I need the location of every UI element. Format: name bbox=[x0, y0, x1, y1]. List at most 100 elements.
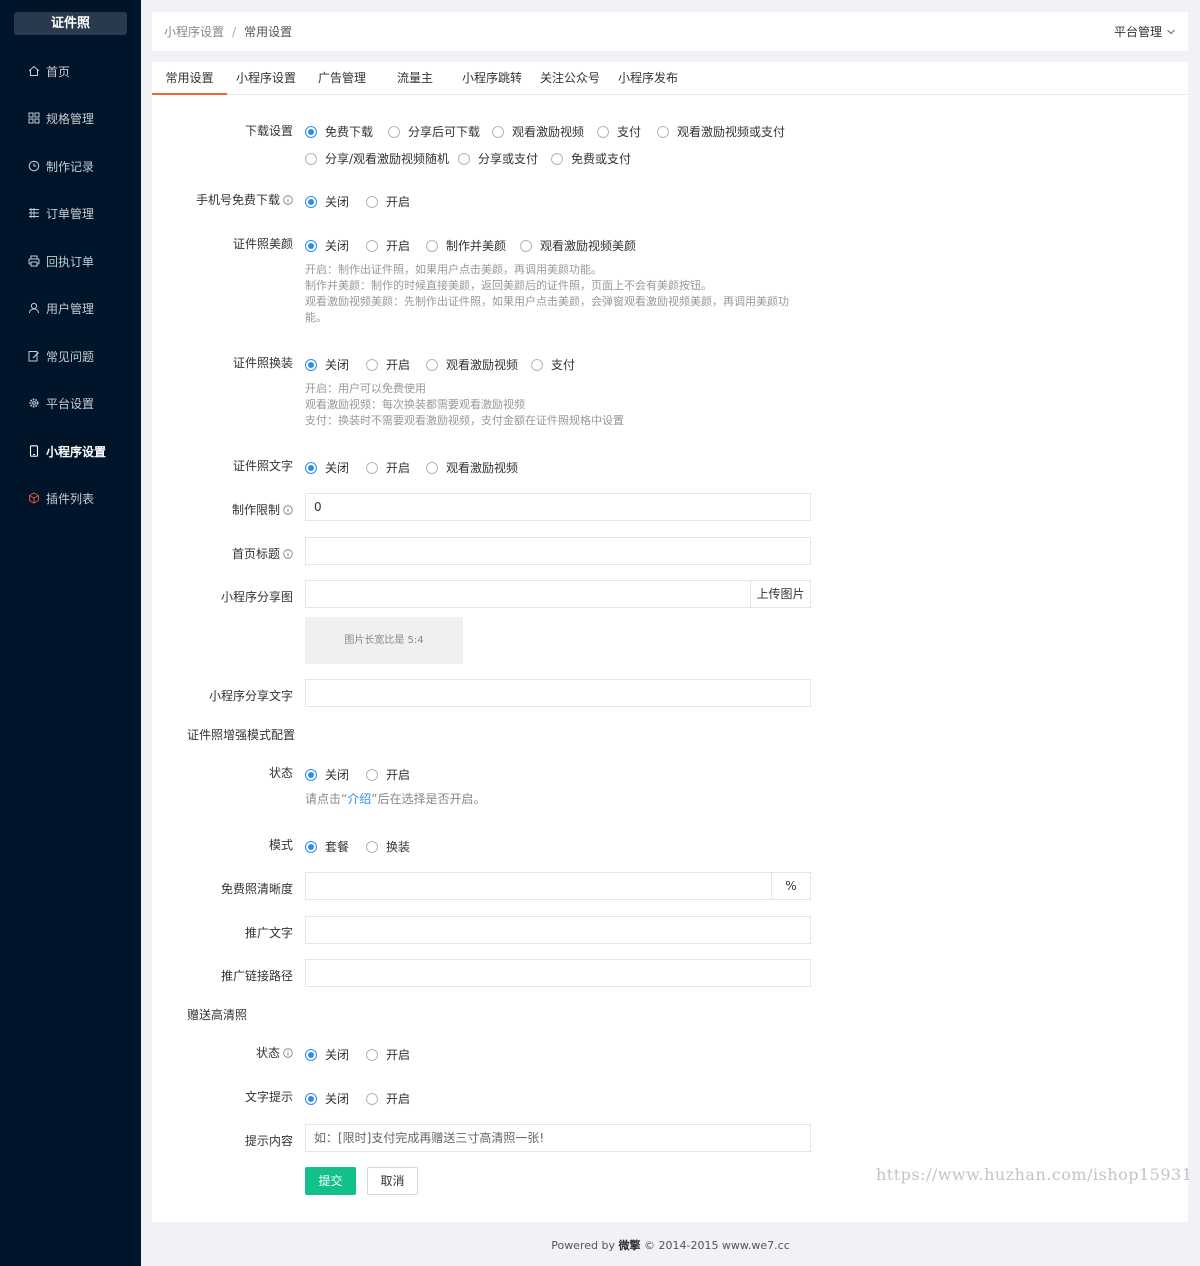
tab-miniapp-settings[interactable]: 小程序设置 bbox=[232, 62, 300, 95]
tab-miniapp-jump[interactable]: 小程序跳转 bbox=[458, 62, 526, 95]
sidebar-item-home[interactable]: 首页 bbox=[0, 56, 141, 86]
radio-outfit-on[interactable]: 开启 bbox=[366, 356, 410, 373]
radio-mode-outfit[interactable]: 换装 bbox=[366, 838, 410, 855]
sidebar-item-users[interactable]: 用户管理 bbox=[0, 293, 141, 323]
sidebar-item-receipts[interactable]: 回执订单 bbox=[0, 246, 141, 276]
radio-outfit-video[interactable]: 观看激励视频 bbox=[426, 356, 518, 373]
sidebar-item-label: 插件列表 bbox=[46, 491, 95, 506]
radio-text-on[interactable]: 开启 bbox=[366, 459, 410, 476]
radio-outfit-off[interactable]: 关闭 bbox=[305, 356, 349, 373]
radio-enhanced-on[interactable]: 开启 bbox=[366, 766, 410, 783]
radio-text-video[interactable]: 观看激励视频 bbox=[426, 459, 518, 476]
radio-gift-on[interactable]: 开启 bbox=[366, 1046, 410, 1063]
radio-circle bbox=[305, 152, 317, 165]
promo-text-label: 推广文字 bbox=[244, 926, 293, 940]
radio-label: 开启 bbox=[386, 358, 411, 372]
sidebar-item-label: 平台设置 bbox=[46, 396, 95, 411]
radio-share-download[interactable]: 分享后可下载 bbox=[388, 123, 480, 140]
promo-link-input[interactable] bbox=[305, 959, 811, 987]
sidebar-item-plugins[interactable]: 插件列表 bbox=[0, 483, 141, 513]
sidebar: 证件照 首页 规格管理 制作记录 订单管理 回执订单 用户管理 常见问题 平台设… bbox=[0, 0, 141, 1266]
radio-label: 关闭 bbox=[325, 1092, 350, 1106]
radio-circle bbox=[305, 1048, 317, 1061]
radio-phone-free-off[interactable]: 关闭 bbox=[305, 193, 349, 210]
tab-follow-account[interactable]: 关注公众号 bbox=[536, 62, 604, 95]
radio-circle bbox=[305, 840, 317, 853]
radio-beauty-make[interactable]: 制作并美颜 bbox=[426, 237, 506, 254]
radio-circle bbox=[305, 768, 317, 781]
user-icon bbox=[27, 302, 40, 315]
radio-share-video-random[interactable]: 分享/观看激励视频随机 bbox=[305, 150, 449, 167]
radio-label: 分享或支付 bbox=[478, 152, 539, 166]
tab-ads[interactable]: 广告管理 bbox=[312, 62, 372, 95]
radio-free-download[interactable]: 免费下载 bbox=[305, 123, 373, 140]
radio-beauty-video[interactable]: 观看激励视频美颜 bbox=[520, 237, 636, 254]
enhanced-mode-label: 模式 bbox=[268, 838, 293, 852]
sidebar-item-specs[interactable]: 规格管理 bbox=[0, 103, 141, 133]
gift-content-input[interactable] bbox=[305, 1124, 811, 1152]
radio-video-download[interactable]: 观看激励视频 bbox=[492, 123, 584, 140]
tab-common-settings[interactable]: 常用设置 bbox=[152, 62, 227, 95]
radio-beauty-on[interactable]: 开启 bbox=[366, 237, 410, 254]
promo-text-input[interactable] bbox=[305, 916, 811, 944]
radio-phone-free-on[interactable]: 开启 bbox=[366, 193, 410, 210]
edit-icon bbox=[27, 350, 40, 363]
radio-circle bbox=[305, 358, 317, 371]
sidebar-item-orders[interactable]: 订单管理 bbox=[0, 198, 141, 228]
breadcrumb-item[interactable]: 小程序设置 bbox=[164, 25, 224, 39]
share-text-input[interactable] bbox=[305, 679, 811, 707]
label-text: 制作限制 bbox=[231, 503, 280, 517]
upload-image-button[interactable]: 上传图片 bbox=[750, 581, 810, 607]
label-text: 手机号免费下载 bbox=[195, 193, 280, 207]
radio-label: 开启 bbox=[386, 461, 411, 475]
free-clarity-input[interactable]: % bbox=[305, 872, 811, 900]
radio-circle bbox=[366, 461, 378, 474]
radio-circle bbox=[426, 461, 438, 474]
sidebar-item-label: 用户管理 bbox=[46, 301, 95, 316]
radio-video-or-pay-download[interactable]: 观看激励视频或支付 bbox=[657, 123, 785, 140]
radio-pay-download[interactable]: 支付 bbox=[597, 123, 641, 140]
share-image-input[interactable]: 上传图片 bbox=[305, 580, 811, 608]
radio-mode-package[interactable]: 套餐 bbox=[305, 838, 349, 855]
sidebar-item-platform-settings[interactable]: 平台设置 bbox=[0, 388, 141, 418]
tab-traffic-master[interactable]: 流量主 bbox=[390, 62, 440, 95]
clock-icon bbox=[27, 160, 40, 173]
sidebar-item-label: 首页 bbox=[46, 64, 71, 79]
radio-share-or-pay[interactable]: 分享或支付 bbox=[458, 150, 538, 167]
home-title-label: 首页标题 bbox=[232, 545, 293, 562]
radio-circle bbox=[366, 768, 378, 781]
label-text: 首页标题 bbox=[231, 547, 280, 561]
radio-circle bbox=[305, 1092, 317, 1105]
home-title-input[interactable] bbox=[305, 537, 811, 565]
radio-enhanced-off[interactable]: 关闭 bbox=[305, 766, 349, 783]
radio-tip-on[interactable]: 开启 bbox=[366, 1090, 410, 1107]
radio-circle bbox=[305, 125, 317, 138]
tab-miniapp-publish[interactable]: 小程序发布 bbox=[614, 62, 682, 95]
info-icon[interactable] bbox=[283, 194, 293, 205]
radio-outfit-pay[interactable]: 支付 bbox=[531, 356, 575, 373]
limit-input[interactable] bbox=[305, 493, 811, 521]
outfit-label: 证件照换装 bbox=[232, 356, 293, 370]
breadcrumb: 小程序设置 / 常用设置 bbox=[164, 23, 292, 40]
radio-beauty-off[interactable]: 关闭 bbox=[305, 237, 349, 254]
radio-tip-off[interactable]: 关闭 bbox=[305, 1090, 349, 1107]
radio-free-or-pay[interactable]: 免费或支付 bbox=[551, 150, 631, 167]
radio-gift-off[interactable]: 关闭 bbox=[305, 1046, 349, 1063]
info-icon[interactable] bbox=[283, 504, 293, 515]
radio-text-off[interactable]: 关闭 bbox=[305, 459, 349, 476]
submit-button[interactable]: 提交 bbox=[305, 1167, 356, 1195]
sidebar-item-miniapp-settings[interactable]: 小程序设置 bbox=[0, 436, 141, 466]
radio-circle bbox=[458, 152, 470, 165]
info-icon[interactable] bbox=[283, 548, 293, 559]
sidebar-item-faq[interactable]: 常见问题 bbox=[0, 341, 141, 371]
cube-icon bbox=[27, 492, 40, 505]
platform-menu[interactable]: 平台管理 bbox=[1114, 23, 1176, 40]
sidebar-item-label: 规格管理 bbox=[46, 111, 95, 126]
help-line: 制作并美颜：制作的时候直接美颜，返回美颜后的证件照，页面上不会有美颜按钮。 bbox=[305, 279, 712, 292]
radio-label: 换装 bbox=[386, 840, 411, 854]
intro-link[interactable]: 介绍 bbox=[347, 792, 371, 806]
cancel-button[interactable]: 取消 bbox=[367, 1167, 418, 1195]
radio-circle bbox=[426, 358, 438, 371]
sidebar-item-records[interactable]: 制作记录 bbox=[0, 151, 141, 181]
info-icon[interactable] bbox=[283, 1047, 293, 1058]
